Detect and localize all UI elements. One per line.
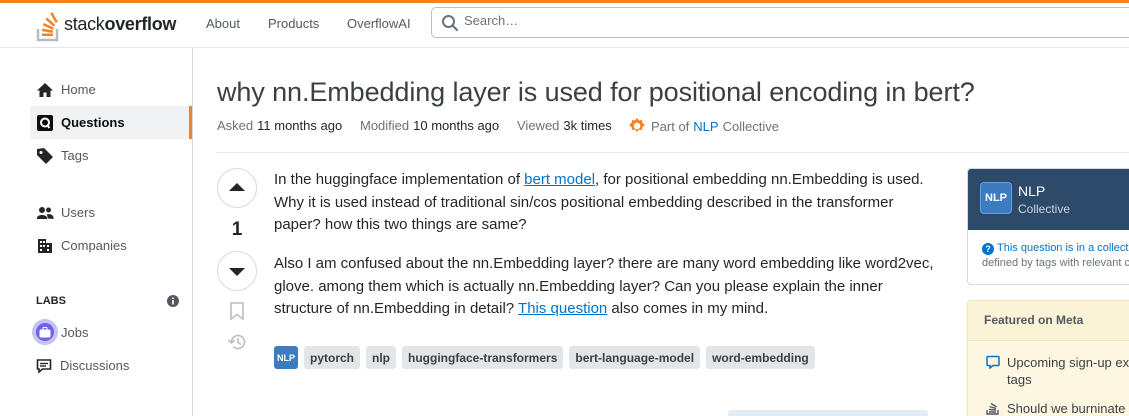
sidebar-item-discussions[interactable]: Discussions xyxy=(30,349,192,382)
collective-note-rest: defined by tags with relevant c xyxy=(982,257,1129,269)
post-paragraph-1: In the huggingface implementation of ber… xyxy=(274,169,934,237)
sidebar-item-tags[interactable]: Tags xyxy=(30,139,192,172)
collective-suffix: Collective xyxy=(722,118,779,134)
tag-huggingface-transformers[interactable]: huggingface-transformers xyxy=(402,346,564,369)
viewed-label: Viewed xyxy=(517,118,560,133)
info-icon[interactable] xyxy=(167,294,179,312)
viewed-value: 3k times xyxy=(563,118,612,133)
svg-text:?: ? xyxy=(985,244,991,254)
sidebar-item-jobs[interactable]: Jobs xyxy=(30,316,192,349)
downvote-button[interactable] xyxy=(217,251,257,291)
featured-item-line: Upcoming sign-up ex xyxy=(1007,355,1129,370)
viewed-meta: Viewed 3k times xyxy=(517,118,612,133)
featured-item-line: tags xyxy=(1007,372,1032,387)
collective-link[interactable]: NLP xyxy=(693,119,718,134)
modified-value[interactable]: 10 months ago xyxy=(413,118,499,133)
featured-item-text: Should we burninate xyxy=(1007,401,1126,416)
tag-icon xyxy=(36,147,54,165)
help-icon: ? xyxy=(982,242,994,255)
stackoverflow-logo[interactable]: stackoverflow xyxy=(36,6,176,42)
companies-icon xyxy=(36,237,54,255)
sidebar-item-label: Jobs xyxy=(61,325,89,340)
arrow-up-icon xyxy=(229,183,245,191)
sidebar-item-label: Users xyxy=(61,205,95,220)
sidebar-item-users[interactable]: Users xyxy=(30,196,192,229)
post-paragraph-2: Also I am confused about the nn.Embeddin… xyxy=(274,253,934,321)
tag-list: NLP pytorch nlp huggingface-transformers… xyxy=(274,346,815,369)
tag-nlp[interactable]: nlp xyxy=(366,346,397,369)
tag-word-embedding[interactable]: word-embedding xyxy=(706,346,815,369)
answer-hint-box xyxy=(728,410,928,416)
featured-title: Featured on Meta xyxy=(984,313,1084,327)
featured-on-meta-card: Featured on Meta Upcoming sign-up ex tags… xyxy=(967,300,1129,416)
collective-logo: NLP xyxy=(980,182,1012,214)
asked-meta: Asked 11 months ago xyxy=(217,118,342,133)
search-box[interactable] xyxy=(431,7,1129,38)
collective-card-header: NLP NLP Collective xyxy=(968,169,1129,230)
asked-value[interactable]: 11 months ago xyxy=(257,118,342,133)
bert-model-link[interactable]: bert model xyxy=(524,171,595,188)
labs-heading: LABS xyxy=(36,295,66,307)
sidebar-item-questions[interactable]: Questions xyxy=(30,106,192,139)
search-input[interactable] xyxy=(464,13,1064,28)
collective-prefix: Part of xyxy=(651,118,690,134)
modified-label: Modified xyxy=(360,118,410,133)
sidebar-item-label: Home xyxy=(61,82,96,97)
sidebar-item-label: Companies xyxy=(61,238,127,253)
stackoverflow-logo-icon xyxy=(36,12,59,42)
search-icon xyxy=(442,15,459,32)
asked-label: Asked xyxy=(217,118,254,133)
home-icon xyxy=(36,81,54,99)
featured-item-text: Upcoming sign-up ex tags xyxy=(1007,354,1129,388)
nav-overflowai[interactable]: OverflowAI xyxy=(347,16,411,31)
collective-tag[interactable]: NLP xyxy=(274,346,298,369)
collective-card-name[interactable]: NLP xyxy=(1018,183,1045,199)
divider xyxy=(217,152,1129,153)
featured-header: Featured on Meta xyxy=(968,301,1129,341)
users-icon xyxy=(36,204,54,222)
chat-icon xyxy=(986,355,1000,373)
questions-icon xyxy=(36,114,54,132)
collective-note: ? This question is in a collect defined … xyxy=(982,241,1129,271)
question-title[interactable]: why nn.Embedding layer is used for posit… xyxy=(217,77,975,108)
post-text: also comes in my mind. xyxy=(607,300,769,317)
discussions-icon xyxy=(35,357,53,375)
sidebar-item-companies[interactable]: Companies xyxy=(30,229,192,262)
modified-meta: Modified 10 months ago xyxy=(360,118,499,133)
vote-count: 1 xyxy=(231,219,243,240)
bookmark-icon[interactable] xyxy=(228,302,246,325)
collective-note-line[interactable]: ? This question is in a collect xyxy=(982,241,1129,256)
left-sidebar: Home Questions Tags Users Companies LABS… xyxy=(0,48,193,416)
post-text: In the huggingface implementation of xyxy=(274,171,525,188)
history-icon[interactable] xyxy=(227,333,247,356)
collective-card-subtitle: Collective xyxy=(1018,202,1071,216)
collective-badge-icon xyxy=(629,118,645,132)
collective-meta: Part of NLP Collective xyxy=(628,117,779,135)
nav-products[interactable]: Products xyxy=(268,16,319,31)
sidebar-item-home[interactable]: Home xyxy=(30,73,192,106)
collective-note-link: This question is in a collect xyxy=(997,242,1129,254)
upvote-button[interactable] xyxy=(217,168,257,208)
this-question-link[interactable]: This question xyxy=(518,300,607,317)
arrow-down-icon xyxy=(229,268,245,276)
tag-pytorch[interactable]: pytorch xyxy=(304,346,361,369)
sidebar-item-label: Questions xyxy=(61,115,125,130)
sidebar-item-label: Tags xyxy=(61,148,89,163)
nav-about[interactable]: About xyxy=(206,16,240,31)
top-bar: stackoverflow About Products OverflowAI xyxy=(0,0,1129,48)
sidebar-item-label: Discussions xyxy=(60,358,130,373)
logo-wordmark: stackoverflow xyxy=(64,14,177,34)
stack-icon xyxy=(986,401,1000,416)
tag-bert-language-model[interactable]: bert-language-model xyxy=(569,346,701,369)
collective-card[interactable]: NLP NLP Collective ? This question is in… xyxy=(967,168,1129,285)
